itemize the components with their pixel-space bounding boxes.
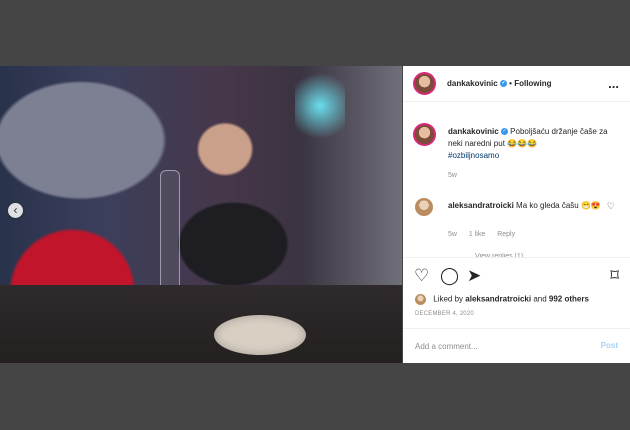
reply-button[interactable]: Reply bbox=[497, 231, 515, 238]
commenter-avatar[interactable] bbox=[415, 198, 433, 216]
caption-author-avatar[interactable] bbox=[413, 123, 436, 146]
author-avatar[interactable] bbox=[413, 72, 436, 95]
action-icons: ♡ ◯ ➤ ⌑ bbox=[414, 267, 619, 285]
comment-heart-icon[interactable]: ♡ bbox=[607, 201, 615, 212]
previous-photo-button[interactable]: ‹ bbox=[8, 203, 23, 218]
comment-icon[interactable]: ◯ bbox=[440, 267, 459, 285]
liked-by-prefix: Liked by bbox=[433, 294, 464, 304]
liked-by-and: and bbox=[533, 294, 547, 304]
comment-message: Ma ko gleda čašu 😁😍 bbox=[516, 201, 601, 210]
champagne-glass bbox=[160, 170, 180, 292]
more-options-icon[interactable]: ... bbox=[608, 76, 619, 91]
author-username[interactable]: dankakovinic bbox=[447, 79, 498, 88]
banquet-table bbox=[0, 285, 402, 363]
share-icon[interactable]: ➤ bbox=[467, 267, 481, 285]
header-text: dankakovinic ✓ • Following bbox=[447, 79, 552, 88]
bookmark-icon[interactable]: ⌑ bbox=[610, 267, 619, 285]
caption-time[interactable]: 5w bbox=[448, 172, 457, 179]
dinner-plate bbox=[214, 315, 306, 355]
comment-item: aleksandratroicki Ma ko gleda čašu 😁😍 ♡ … bbox=[403, 196, 630, 244]
caption-username[interactable]: dankakovinic bbox=[448, 127, 499, 136]
separator-dot: • bbox=[509, 79, 512, 88]
caption-text: dankakovinic ✓ Poboljšaću držanje čaše z… bbox=[448, 126, 620, 162]
post-date[interactable]: DECEMBER 4, 2020 bbox=[415, 311, 474, 317]
heart-icon[interactable]: ♡ bbox=[414, 267, 429, 285]
liked-by-line: Liked by aleksandratroicki and 992 other… bbox=[415, 294, 589, 305]
comment-text: aleksandratroicki Ma ko gleda čašu 😁😍 bbox=[448, 200, 608, 212]
commenter-username[interactable]: aleksandratroicki bbox=[448, 201, 514, 210]
liked-by-avatar[interactable] bbox=[415, 294, 426, 305]
liked-by-count[interactable]: 992 others bbox=[549, 295, 589, 304]
following-button[interactable]: Following bbox=[514, 79, 551, 88]
liked-by-user[interactable]: aleksandratroicki bbox=[465, 295, 531, 304]
light-highlight bbox=[295, 66, 345, 146]
post-header: dankakovinic ✓ • Following ... bbox=[403, 66, 630, 102]
verified-icon: ✓ bbox=[499, 80, 507, 88]
post-photo[interactable]: ‹ bbox=[0, 66, 402, 363]
comment-input[interactable] bbox=[413, 338, 579, 355]
comment-likes[interactable]: 1 like bbox=[469, 231, 485, 238]
post-caption: dankakovinic ✓ Poboljšaću držanje čaše z… bbox=[403, 116, 630, 179]
caption-hashtag[interactable]: #ozbiljnosamo bbox=[448, 151, 499, 160]
post-comment-button[interactable]: Post bbox=[601, 341, 618, 350]
comment-time[interactable]: 5w bbox=[448, 231, 457, 238]
post-details-panel: dankakovinic ✓ • Following ... dankakovi… bbox=[403, 66, 630, 363]
caption-verified-icon: ✓ bbox=[500, 128, 508, 136]
instagram-post-modal: ‹ dankakovinic ✓ • Following ... dankako… bbox=[0, 66, 630, 363]
comment-meta: 5w 1 like Reply bbox=[448, 231, 525, 238]
add-comment-box: Post bbox=[403, 328, 630, 363]
